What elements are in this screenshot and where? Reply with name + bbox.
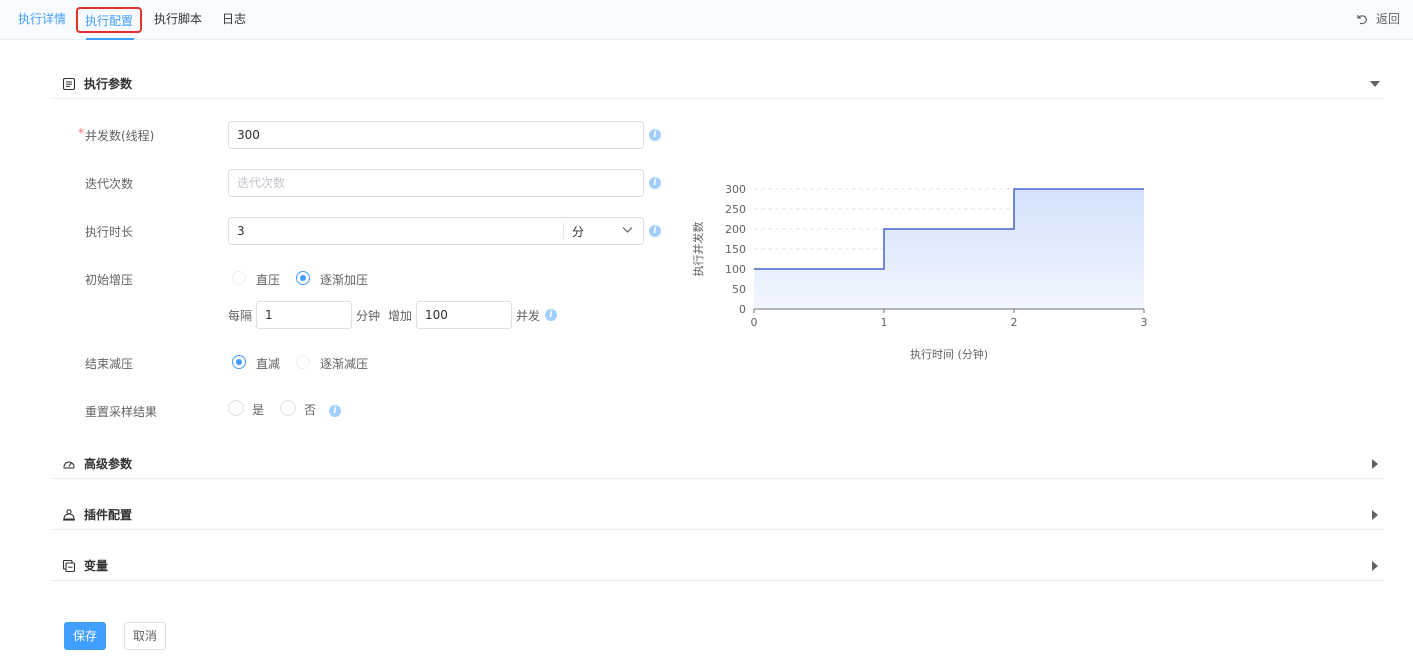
info-icon[interactable]: i bbox=[649, 177, 661, 189]
document-icon bbox=[62, 77, 76, 91]
ramp-interval-input[interactable] bbox=[256, 301, 352, 329]
x-tick-label: 0 bbox=[751, 316, 758, 329]
section-title: 执行参数 bbox=[84, 77, 133, 91]
x-axis-label: 执行时间 (分钟) bbox=[910, 347, 988, 361]
ramp-down-direct-radio[interactable] bbox=[232, 355, 246, 369]
required-mark: * bbox=[78, 126, 84, 140]
duration-field: 分 bbox=[228, 217, 644, 245]
info-icon[interactable]: i bbox=[329, 405, 341, 417]
active-tab-indicator bbox=[86, 38, 134, 40]
gauge-icon bbox=[63, 461, 75, 469]
reset-sampling-label: 重置采样结果 bbox=[85, 405, 158, 419]
ramp-down-label: 结束减压 bbox=[85, 357, 134, 371]
caret-right-icon[interactable] bbox=[1370, 459, 1380, 469]
info-icon[interactable]: i bbox=[649, 225, 661, 237]
section-variables[interactable]: 变量 bbox=[50, 551, 1384, 581]
section-title: 变量 bbox=[84, 559, 109, 573]
back-label: 返回 bbox=[1375, 12, 1400, 26]
caret-down-icon[interactable] bbox=[1370, 79, 1380, 89]
section-advanced-params[interactable]: 高级参数 bbox=[50, 449, 1384, 479]
x-tick-label: 3 bbox=[1141, 316, 1148, 329]
ramp-increase-input[interactable] bbox=[416, 301, 512, 329]
tab-execution-detail[interactable]: 执行详情 bbox=[18, 0, 66, 40]
concurrent-label: 并发 bbox=[516, 309, 541, 323]
iterations-input[interactable] bbox=[228, 169, 644, 197]
ramp-up-gradual-radio[interactable] bbox=[296, 271, 310, 285]
x-tick-label: 1 bbox=[881, 316, 888, 329]
save-button[interactable]: 保存 bbox=[64, 622, 107, 650]
y-tick-label: 50 bbox=[732, 283, 746, 296]
y-tick-label: 0 bbox=[739, 303, 746, 316]
duration-input[interactable] bbox=[229, 218, 563, 244]
concurrency-input[interactable] bbox=[228, 121, 644, 149]
variable-icon bbox=[62, 559, 76, 573]
ramp-up-label: 初始增压 bbox=[85, 273, 134, 287]
concurrency-chart: 0 50 100 150 200 250 300 0 1 2 3 执行并发数 执行时间 (分钟) bbox=[686, 176, 1166, 366]
plugin-icon bbox=[63, 509, 75, 521]
concurrency-label-text: 并发数(线程) bbox=[85, 129, 155, 143]
y-tick-label: 300 bbox=[725, 183, 746, 196]
section-plugin-config[interactable]: 插件配置 bbox=[50, 500, 1384, 530]
duration-label: 执行时长 bbox=[85, 225, 134, 239]
section-exec-params[interactable]: 执行参数 bbox=[50, 69, 1384, 99]
y-tick-label: 250 bbox=[725, 203, 746, 216]
chart-svg: 0 50 100 150 200 250 300 0 1 2 3 执行并发数 执行时间 (分钟) bbox=[691, 183, 1148, 361]
chevron-down-icon bbox=[622, 227, 633, 233]
info-icon[interactable]: i bbox=[649, 129, 661, 141]
caret-right-icon[interactable] bbox=[1370, 561, 1380, 571]
top-tab-bar: 执行详情 执行配置 执行脚本 日志 返回 bbox=[0, 0, 1413, 40]
cancel-button[interactable]: 取消 bbox=[124, 622, 167, 650]
ramp-down-gradual-radio[interactable] bbox=[296, 355, 310, 369]
duration-unit-select[interactable]: 分 bbox=[564, 218, 644, 244]
section-title: 插件配置 bbox=[84, 508, 133, 522]
increase-label: 增加 bbox=[388, 309, 413, 323]
section-title: 高级参数 bbox=[84, 457, 133, 471]
ramp-up-gradual-label: 逐渐加压 bbox=[320, 273, 369, 287]
x-tick-label: 2 bbox=[1011, 316, 1018, 329]
duration-unit-value: 分 bbox=[572, 225, 585, 239]
reset-no-label: 否 bbox=[304, 403, 317, 417]
y-tick-label: 150 bbox=[725, 243, 746, 256]
caret-right-icon[interactable] bbox=[1370, 510, 1380, 520]
back-button[interactable]: 返回 bbox=[1356, 0, 1400, 40]
ramp-down-direct-label: 直减 bbox=[256, 357, 281, 371]
undo-icon bbox=[1357, 15, 1367, 25]
ramp-up-direct-label: 直压 bbox=[256, 273, 281, 287]
y-axis-label: 执行并发数 bbox=[691, 222, 705, 277]
minute-label: 分钟 bbox=[356, 309, 381, 323]
y-tick-label: 200 bbox=[725, 223, 746, 236]
concurrency-label: * 并发数(线程) bbox=[78, 126, 155, 144]
tab-log[interactable]: 日志 bbox=[222, 0, 246, 40]
reset-yes-label: 是 bbox=[252, 403, 265, 417]
reset-no-radio[interactable] bbox=[280, 400, 296, 416]
tab-execution-config[interactable]: 执行配置 bbox=[76, 7, 143, 33]
tab-execution-script[interactable]: 执行脚本 bbox=[154, 0, 202, 40]
reset-yes-radio[interactable] bbox=[228, 400, 244, 416]
iterations-label: 迭代次数 bbox=[85, 177, 134, 191]
y-tick-label: 100 bbox=[725, 263, 746, 276]
every-label: 每隔 bbox=[228, 309, 253, 323]
ramp-down-gradual-label: 逐渐减压 bbox=[320, 357, 369, 371]
info-icon[interactable]: i bbox=[545, 309, 557, 321]
ramp-up-direct-radio[interactable] bbox=[232, 271, 246, 285]
